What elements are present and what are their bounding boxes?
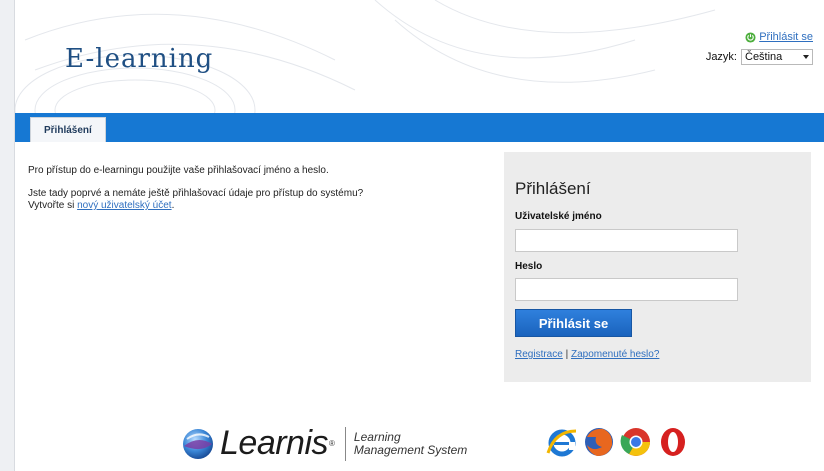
forgot-password-link[interactable]: Zapomenuté heslo? bbox=[571, 349, 659, 360]
lms-tagline-line-1: Learning bbox=[353, 429, 401, 444]
intro-text: Pro přístup do e-learningu použijte vaše… bbox=[28, 165, 468, 212]
header-login-link[interactable]: Přihlásit se bbox=[745, 31, 813, 43]
new-account-link[interactable]: nový uživatelský účet bbox=[77, 200, 172, 211]
logo-divider bbox=[344, 426, 346, 461]
tab-prihlaseni[interactable]: Přihlášení bbox=[30, 117, 106, 142]
password-label: Heslo bbox=[515, 261, 543, 272]
language-label: Jazyk: bbox=[705, 51, 737, 63]
header: E-learning Přihlásit se Jazyk: Čeština bbox=[15, 0, 824, 113]
firefox-icon bbox=[585, 428, 613, 456]
opera-icon bbox=[661, 428, 685, 456]
language-dropdown[interactable]: Čeština bbox=[741, 49, 813, 65]
intro-line-3: Vytvořte si nový uživatelský účet. bbox=[28, 200, 468, 212]
learnis-logo: Learnis ® Learning Management System bbox=[181, 424, 467, 463]
username-field[interactable] bbox=[515, 229, 738, 252]
register-link[interactable]: Registrace bbox=[515, 349, 563, 360]
chrome-icon bbox=[620, 428, 650, 456]
navbar: Přihlášení bbox=[15, 113, 824, 142]
intro-line-3-prefix: Vytvořte si bbox=[28, 200, 75, 211]
intro-line-2: Jste tady poprvé a nemáte ještě přihlašo… bbox=[28, 188, 364, 199]
links-separator: | bbox=[565, 349, 569, 360]
page: E-learning Přihlásit se Jazyk: Čeština P… bbox=[14, 0, 824, 471]
language-selector: Jazyk: Čeština bbox=[706, 49, 813, 65]
learnis-wordmark: Learnis bbox=[220, 424, 329, 462]
header-login-link-text[interactable]: Přihlásit se bbox=[759, 31, 813, 43]
site-title: E-learning bbox=[65, 44, 214, 74]
login-button[interactable]: Přihlásit se bbox=[515, 309, 632, 337]
intro-line-1: Pro přístup do e-learningu použijte vaše… bbox=[28, 165, 329, 176]
password-field[interactable] bbox=[515, 278, 738, 301]
lms-tagline: Learning Management System bbox=[353, 429, 468, 457]
username-label: Uživatelské jméno bbox=[515, 211, 602, 222]
chevron-down-icon bbox=[803, 55, 809, 59]
internet-explorer-icon bbox=[546, 429, 577, 457]
intro-line-3-suffix: . bbox=[171, 200, 175, 211]
language-value: Čeština bbox=[745, 51, 783, 63]
learnis-registered-mark: ® bbox=[329, 439, 335, 448]
learnis-globe-icon bbox=[183, 428, 213, 459]
power-icon bbox=[745, 31, 756, 43]
lms-tagline-line-2: Management System bbox=[353, 442, 468, 457]
login-title: Přihlášení bbox=[515, 179, 591, 198]
login-panel: Přihlášení Uživatelské jméno Heslo Přihl… bbox=[504, 152, 811, 382]
supported-browsers bbox=[545, 425, 690, 459]
login-links: Registrace | Zapomenuté heslo? bbox=[515, 349, 659, 360]
